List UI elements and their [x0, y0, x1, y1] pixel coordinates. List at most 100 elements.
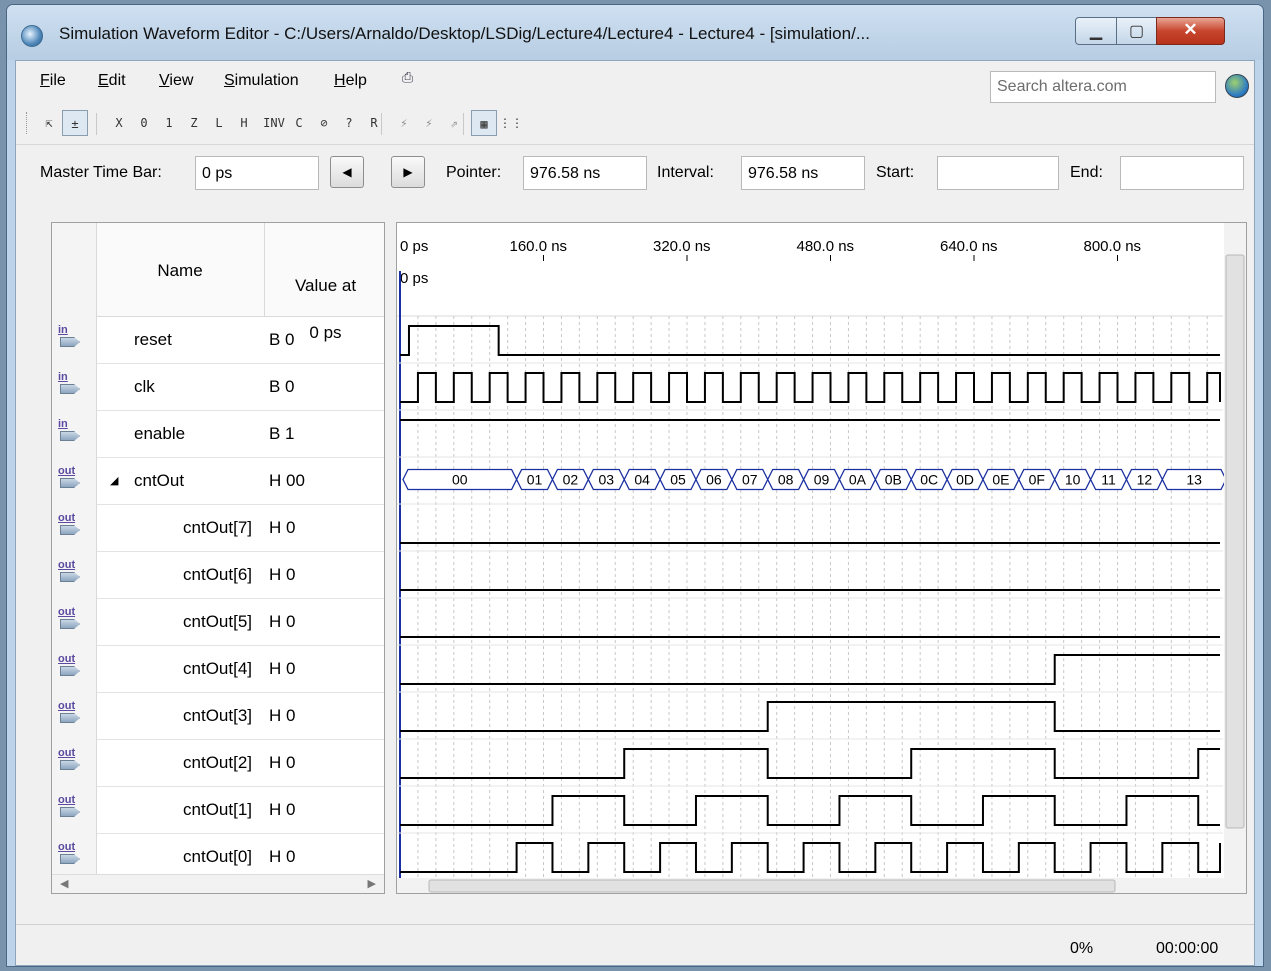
- weak-high-icon[interactable]: H: [231, 110, 257, 136]
- name-column-header[interactable]: Name: [96, 261, 264, 281]
- run-timing-simulation-icon[interactable]: ⚡: [416, 110, 442, 136]
- forcing-low-icon[interactable]: 0: [131, 110, 157, 136]
- toolbar-separator: [381, 113, 382, 135]
- pin-type-text: out: [58, 700, 76, 712]
- pin-type-text: out: [58, 512, 76, 524]
- bus-value-label: 02: [563, 472, 579, 488]
- previous-transition-button[interactable]: ◀: [330, 156, 364, 188]
- waveform-canvas[interactable]: 0 ps 160.0 ns 320.0 ns 480.0 ns 640.0 ns 800.…: [397, 223, 1246, 893]
- weak-low-icon[interactable]: L: [206, 110, 232, 136]
- left-arrow-icon: ◀: [342, 165, 352, 179]
- grid-settings-icon[interactable]: ⋮⋮: [498, 110, 524, 136]
- signal-row[interactable]: in reset B 0: [52, 316, 384, 364]
- pin-type-text: in: [58, 371, 68, 383]
- output-pin-icon: out: [58, 465, 80, 491]
- collapse-triangle-icon[interactable]: ◢: [110, 474, 118, 487]
- signal-value: H 0: [269, 706, 296, 725]
- pin-arrow-icon: [60, 384, 80, 394]
- menu-simulation-label: imulation: [234, 72, 299, 89]
- signal-row[interactable]: out ◢ cntOut H 00: [52, 457, 384, 505]
- overwrite-clock-icon[interactable]: ⊘: [311, 110, 337, 136]
- toolbar-separator: [96, 113, 97, 135]
- title-bar[interactable]: Simulation Waveform Editor - C:/Users/Ar…: [7, 5, 1263, 60]
- snap-to-grid-icon[interactable]: ▦: [471, 110, 497, 136]
- quick-help-icon[interactable]: ⎙: [402, 69, 418, 85]
- menu-file[interactable]: File: [40, 72, 66, 90]
- menu-help[interactable]: Help: [334, 72, 367, 90]
- count-value-icon[interactable]: C: [286, 110, 312, 136]
- menu-view[interactable]: View: [159, 72, 193, 90]
- toolbar-separator: [463, 113, 464, 135]
- start-label: Start:: [876, 164, 915, 181]
- signal-row[interactable]: out cntOut[6] H 0: [52, 551, 384, 599]
- close-button[interactable]: ✕: [1156, 17, 1225, 45]
- start-field[interactable]: [937, 156, 1059, 190]
- zoom-tool-icon[interactable]: ±: [62, 110, 88, 136]
- signal-name: cntOut[2]: [183, 753, 252, 772]
- toolbar-grip[interactable]: [26, 112, 30, 134]
- time-ruler-label: 160.0 ns: [510, 238, 568, 255]
- time-bar: Master Time Bar: 0 ps ◀ ▶ Pointer: 976.5…: [16, 144, 1254, 194]
- menu-file-label: ile: [49, 72, 66, 89]
- minimize-icon: ▁: [1089, 23, 1103, 40]
- value-column-header[interactable]: Value at 0 ps: [264, 223, 384, 342]
- random-values-icon[interactable]: R: [361, 110, 387, 136]
- waveform-trace: [400, 372, 1221, 403]
- app-window: Simulation Waveform Editor - C:/Users/Ar…: [6, 4, 1264, 967]
- bus-value-label: 11: [1101, 472, 1116, 488]
- pin-type-text: out: [58, 747, 76, 759]
- signal-row[interactable]: in clk B 0: [52, 363, 384, 411]
- scroll-left-icon[interactable]: ◀: [60, 877, 68, 890]
- waveform-trace: [400, 795, 1220, 826]
- input-pin-icon: in: [58, 418, 80, 444]
- pin-arrow-icon: [60, 760, 80, 770]
- pin-type-cell: in: [52, 410, 97, 457]
- run-functional-simulation-icon[interactable]: ⚡: [391, 110, 417, 136]
- end-field[interactable]: [1120, 156, 1244, 190]
- scroll-right-icon[interactable]: ▶: [368, 877, 376, 890]
- signal-row[interactable]: out cntOut[4] H 0: [52, 645, 384, 693]
- signal-row[interactable]: out cntOut[3] H 0: [52, 692, 384, 740]
- forcing-unknown-icon[interactable]: X: [106, 110, 132, 136]
- menu-help-key: H: [334, 72, 346, 89]
- pin-type-text: out: [58, 559, 76, 571]
- search-input[interactable]: Search altera.com: [990, 71, 1216, 103]
- pointer-field[interactable]: 976.58 ns: [523, 156, 647, 190]
- bus-value-label: 05: [670, 472, 686, 488]
- signal-row[interactable]: out cntOut[7] H 0: [52, 504, 384, 552]
- menu-edit[interactable]: Edit: [98, 72, 126, 90]
- bus-value-label: 0C: [920, 472, 938, 488]
- signal-value: H 0: [269, 847, 296, 866]
- signal-row[interactable]: in enable B 1: [52, 410, 384, 458]
- signal-row[interactable]: out cntOut[5] H 0: [52, 598, 384, 646]
- signal-name: clk: [134, 377, 155, 396]
- pin-type-cell: in: [52, 363, 97, 410]
- menu-simulation[interactable]: Simulation: [224, 72, 299, 90]
- pin-type-text: out: [58, 465, 76, 477]
- pin-type-cell: out: [52, 739, 97, 786]
- maximize-button[interactable]: ▢: [1116, 17, 1157, 45]
- waveform-panel[interactable]: 0 ps 160.0 ns 320.0 ns 480.0 ns 640.0 ns 800.…: [396, 222, 1247, 894]
- time-ruler-label: 640.0 ns: [940, 238, 998, 255]
- input-pin-icon: in: [58, 371, 80, 397]
- pin-type-cell: in: [52, 316, 97, 363]
- minimize-button[interactable]: ▁: [1075, 17, 1117, 45]
- signal-name: cntOut: [134, 471, 185, 490]
- forcing-high-icon[interactable]: 1: [156, 110, 182, 136]
- signal-row[interactable]: out cntOut[1] H 0: [52, 786, 384, 834]
- menu-view-label: iew: [169, 72, 194, 89]
- invert-icon[interactable]: INV: [261, 110, 287, 136]
- next-transition-button[interactable]: ▶: [391, 156, 425, 188]
- name-panel-scrollbar[interactable]: ◀ ▶: [52, 874, 384, 893]
- master-time-bar-field[interactable]: 0 ps: [195, 156, 319, 190]
- signal-row[interactable]: out cntOut[2] H 0: [52, 739, 384, 787]
- arbitrary-value-icon[interactable]: ?: [336, 110, 362, 136]
- waveform-trace: [400, 325, 1220, 356]
- high-impedance-icon[interactable]: Z: [181, 110, 207, 136]
- selection-tool-icon[interactable]: ⇱: [36, 110, 62, 136]
- interval-field[interactable]: 976.58 ns: [741, 156, 865, 190]
- pin-arrow-icon: [60, 431, 80, 441]
- bus-value-label: 07: [742, 472, 758, 488]
- window-title: Simulation Waveform Editor - C:/Users/Ar…: [59, 24, 870, 43]
- globe-icon[interactable]: [1225, 74, 1249, 98]
